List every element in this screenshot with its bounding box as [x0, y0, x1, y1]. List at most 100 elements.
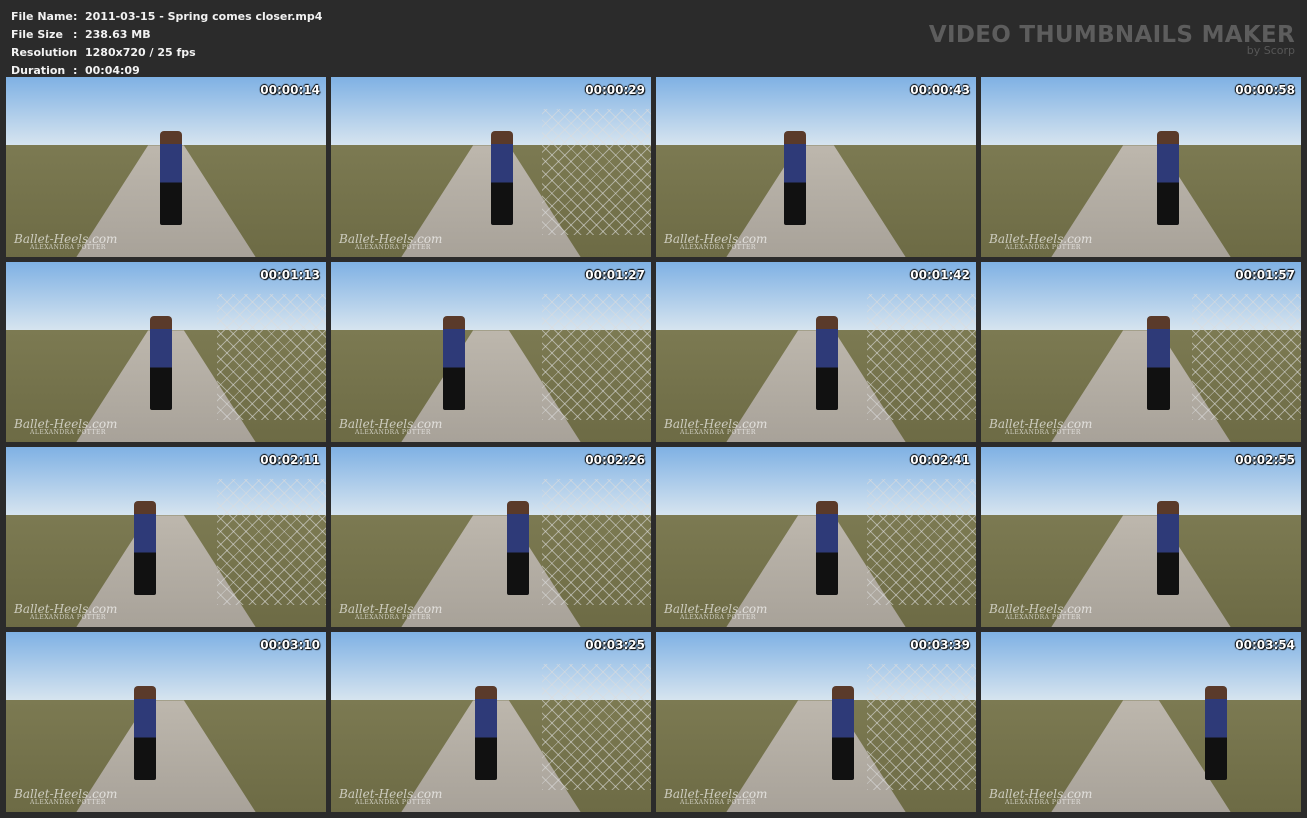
scene-fence [867, 664, 976, 791]
watermark-model: ALEXANDRA POTTER [1005, 244, 1081, 251]
thumbnail-timestamp: 00:01:27 [585, 268, 645, 282]
watermark-model: ALEXANDRA POTTER [355, 799, 431, 806]
video-thumbnail[interactable]: 00:02:41 Ballet-Heels.com ALEXANDRA POTTER [656, 447, 976, 627]
file-name-label: File Name [11, 10, 73, 23]
scene-fence [542, 664, 651, 791]
thumbnail-timestamp: 00:02:26 [585, 453, 645, 467]
thumbnail-timestamp: 00:01:13 [260, 268, 320, 282]
watermark-model: ALEXANDRA POTTER [680, 614, 756, 621]
thumbnail-timestamp: 00:02:55 [1235, 453, 1295, 467]
watermark: Ballet-Heels.com ALEXANDRA POTTER [989, 787, 1092, 806]
watermark: Ballet-Heels.com ALEXANDRA POTTER [339, 602, 442, 621]
watermark: Ballet-Heels.com ALEXANDRA POTTER [339, 417, 442, 436]
thumbnail-timestamp: 00:01:57 [1235, 268, 1295, 282]
scene-figure [816, 316, 839, 410]
resolution-row: Resolution : 1280x720 / 25 fps [11, 44, 322, 62]
thumbnail-timestamp: 00:00:29 [585, 83, 645, 97]
thumbnail-timestamp: 00:03:54 [1235, 638, 1295, 652]
resolution-value: 1280x720 / 25 fps [85, 46, 196, 59]
brand-title: VIDEO THUMBNAILS MAKER [928, 22, 1295, 48]
file-size-row: File Size : 238.63 MB [11, 26, 322, 44]
separator: : [73, 46, 78, 59]
separator: : [73, 28, 78, 41]
scene-figure [1157, 131, 1180, 225]
thumbnail-timestamp: 00:00:14 [260, 83, 320, 97]
scene-figure [1147, 316, 1170, 410]
watermark-model: ALEXANDRA POTTER [355, 244, 431, 251]
watermark-model: ALEXANDRA POTTER [30, 244, 106, 251]
video-thumbnail[interactable]: 00:02:55 Ballet-Heels.com ALEXANDRA POTTER [981, 447, 1301, 627]
scene-figure [491, 131, 514, 225]
video-thumbnail[interactable]: 00:00:14 Ballet-Heels.com ALEXANDRA POTTER [6, 77, 326, 257]
thumbnail-timestamp: 00:00:43 [910, 83, 970, 97]
resolution-label: Resolution [11, 46, 78, 59]
thumbnail-timestamp: 00:03:39 [910, 638, 970, 652]
watermark-model: ALEXANDRA POTTER [355, 614, 431, 621]
watermark-model: ALEXANDRA POTTER [1005, 799, 1081, 806]
brand-logo: VIDEO THUMBNAILS MAKER by Scorp [929, 22, 1295, 57]
scene-figure [150, 316, 173, 410]
scene-fence [867, 479, 976, 606]
watermark-model: ALEXANDRA POTTER [355, 429, 431, 436]
video-thumbnail[interactable]: 00:01:27 Ballet-Heels.com ALEXANDRA POTTER [331, 262, 651, 442]
watermark-model: ALEXANDRA POTTER [1005, 429, 1081, 436]
scene-fence [217, 479, 326, 606]
watermark: Ballet-Heels.com ALEXANDRA POTTER [664, 417, 767, 436]
scene-figure [832, 686, 855, 780]
scene-figure [443, 316, 466, 410]
scene-figure [784, 131, 807, 225]
watermark: Ballet-Heels.com ALEXANDRA POTTER [664, 787, 767, 806]
watermark: Ballet-Heels.com ALEXANDRA POTTER [664, 232, 767, 251]
watermark: Ballet-Heels.com ALEXANDRA POTTER [339, 787, 442, 806]
scene-fence [542, 479, 651, 606]
scene-fence [217, 294, 326, 421]
thumbnail-timestamp: 00:03:10 [260, 638, 320, 652]
scene-figure [816, 501, 839, 595]
thumbnail-grid: 00:00:14 Ballet-Heels.com ALEXANDRA POTTER… [6, 77, 1301, 812]
video-thumbnail[interactable]: 00:00:43 Ballet-Heels.com ALEXANDRA POTTER [656, 77, 976, 257]
file-name-row: File Name : 2011-03-15 - Spring comes cl… [11, 8, 322, 26]
scene-fence [867, 294, 976, 421]
scene-figure [134, 501, 157, 595]
video-thumbnail[interactable]: 00:03:25 Ballet-Heels.com ALEXANDRA POTTER [331, 632, 651, 812]
watermark: Ballet-Heels.com ALEXANDRA POTTER [14, 787, 117, 806]
watermark: Ballet-Heels.com ALEXANDRA POTTER [989, 602, 1092, 621]
watermark: Ballet-Heels.com ALEXANDRA POTTER [14, 417, 117, 436]
thumbnail-timestamp: 00:02:41 [910, 453, 970, 467]
watermark: Ballet-Heels.com ALEXANDRA POTTER [339, 232, 442, 251]
thumbnail-timestamp: 00:03:25 [585, 638, 645, 652]
video-thumbnail[interactable]: 00:00:29 Ballet-Heels.com ALEXANDRA POTTER [331, 77, 651, 257]
video-thumbnail[interactable]: 00:02:11 Ballet-Heels.com ALEXANDRA POTTER [6, 447, 326, 627]
thumbnail-timestamp: 00:01:42 [910, 268, 970, 282]
watermark-model: ALEXANDRA POTTER [680, 429, 756, 436]
watermark-model: ALEXANDRA POTTER [30, 799, 106, 806]
video-thumbnail[interactable]: 00:03:54 Ballet-Heels.com ALEXANDRA POTTER [981, 632, 1301, 812]
watermark-model: ALEXANDRA POTTER [30, 429, 106, 436]
scene-figure [159, 131, 182, 225]
file-size-label: File Size [11, 28, 63, 41]
scene-figure [134, 686, 157, 780]
watermark: Ballet-Heels.com ALEXANDRA POTTER [989, 417, 1092, 436]
separator: : [73, 10, 78, 23]
video-thumbnail[interactable]: 00:01:42 Ballet-Heels.com ALEXANDRA POTTER [656, 262, 976, 442]
video-thumbnail[interactable]: 00:01:57 Ballet-Heels.com ALEXANDRA POTTER [981, 262, 1301, 442]
watermark-model: ALEXANDRA POTTER [680, 799, 756, 806]
video-thumbnail[interactable]: 00:01:13 Ballet-Heels.com ALEXANDRA POTTER [6, 262, 326, 442]
scene-fence [542, 109, 651, 236]
watermark: Ballet-Heels.com ALEXANDRA POTTER [989, 232, 1092, 251]
watermark-model: ALEXANDRA POTTER [30, 614, 106, 621]
scene-fence [542, 294, 651, 421]
video-thumbnail[interactable]: 00:00:58 Ballet-Heels.com ALEXANDRA POTTER [981, 77, 1301, 257]
video-thumbnail[interactable]: 00:03:39 Ballet-Heels.com ALEXANDRA POTTER [656, 632, 976, 812]
file-size-value: 238.63 MB [85, 28, 151, 41]
video-thumbnail[interactable]: 00:02:26 Ballet-Heels.com ALEXANDRA POTTER [331, 447, 651, 627]
scene-figure [475, 686, 498, 780]
watermark: Ballet-Heels.com ALEXANDRA POTTER [664, 602, 767, 621]
scene-fence [1192, 294, 1301, 421]
watermark: Ballet-Heels.com ALEXANDRA POTTER [14, 232, 117, 251]
watermark-model: ALEXANDRA POTTER [680, 244, 756, 251]
video-thumbnail[interactable]: 00:03:10 Ballet-Heels.com ALEXANDRA POTTER [6, 632, 326, 812]
thumbnail-timestamp: 00:02:11 [260, 453, 320, 467]
scene-figure [507, 501, 530, 595]
scene-figure [1157, 501, 1180, 595]
